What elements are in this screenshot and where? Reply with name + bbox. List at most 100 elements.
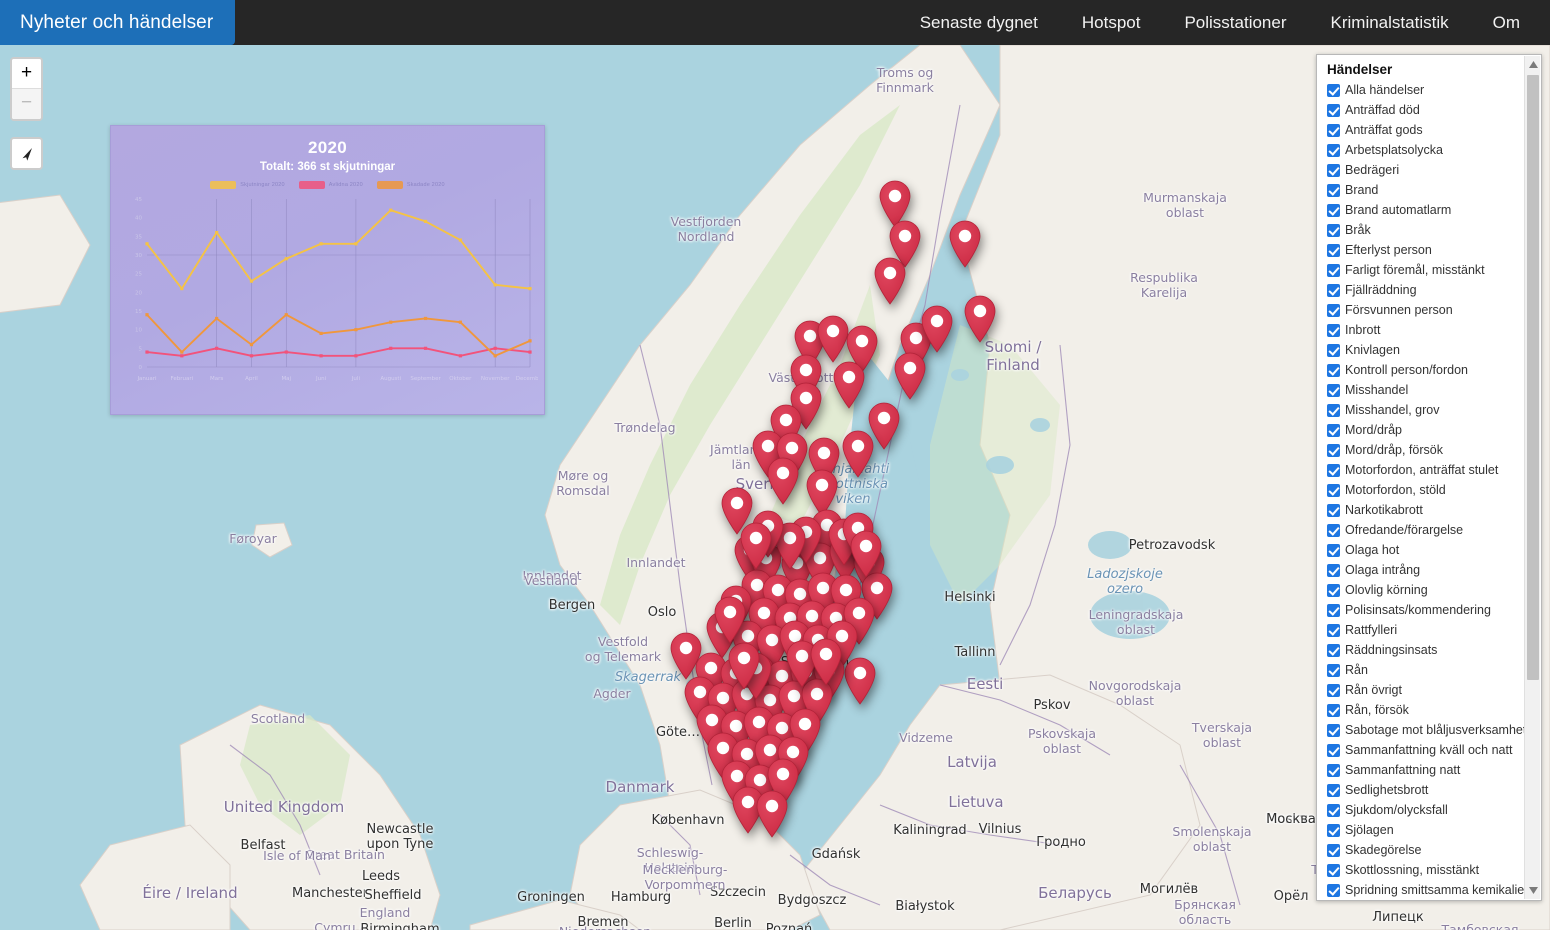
event-filter-checkbox[interactable] — [1327, 823, 1340, 837]
event-filter-row[interactable]: Sammanfattning natt — [1327, 760, 1537, 780]
event-filter-row[interactable]: Motorfordon, stöld — [1327, 480, 1537, 500]
event-filter-checkbox[interactable] — [1327, 103, 1340, 117]
event-filter-checkbox[interactable] — [1327, 443, 1340, 457]
event-filter-checkbox[interactable] — [1327, 803, 1340, 817]
event-filter-checkbox[interactable] — [1327, 583, 1340, 597]
event-filter-row[interactable]: Rattfylleri — [1327, 620, 1537, 640]
event-filter-checkbox[interactable] — [1327, 343, 1340, 357]
map-marker[interactable] — [726, 642, 762, 690]
event-filter-checkbox[interactable] — [1327, 763, 1340, 777]
event-filter-row[interactable]: Sjukdom/olycksfall — [1327, 800, 1537, 820]
event-filter-row[interactable]: Narkotikabrott — [1327, 500, 1537, 520]
map-marker[interactable] — [842, 657, 878, 705]
event-filter-row[interactable]: Misshandel — [1327, 380, 1537, 400]
map-marker[interactable] — [840, 430, 876, 478]
event-filter-row[interactable]: Brand automatlarm — [1327, 200, 1537, 220]
event-filter-checkbox[interactable] — [1327, 543, 1340, 557]
event-filter-checkbox[interactable] — [1327, 743, 1340, 757]
event-filter-checkbox[interactable] — [1327, 463, 1340, 477]
event-filter-checkbox[interactable] — [1327, 423, 1340, 437]
event-filter-row[interactable]: Spridning smittsamma kemikalier — [1327, 880, 1537, 900]
event-filter-row[interactable]: Farligt föremål, misstänkt — [1327, 260, 1537, 280]
event-filter-checkbox[interactable] — [1327, 783, 1340, 797]
event-filter-checkbox[interactable] — [1327, 183, 1340, 197]
event-filter-checkbox[interactable] — [1327, 303, 1340, 317]
chart-legend-item[interactable]: Skadade 2020 — [376, 181, 445, 189]
event-filter-checkbox[interactable] — [1327, 563, 1340, 577]
map-marker[interactable] — [765, 457, 801, 505]
event-filter-checkbox[interactable] — [1327, 663, 1340, 677]
chart-legend-item[interactable]: Avlidna 2020 — [298, 181, 363, 189]
event-filter-row[interactable]: Knivlagen — [1327, 340, 1537, 360]
nav-link-om[interactable]: Om — [1471, 0, 1542, 45]
event-filter-checkbox[interactable] — [1327, 863, 1340, 877]
event-filter-checkbox[interactable] — [1327, 163, 1340, 177]
map-marker[interactable] — [808, 638, 844, 686]
zoom-in-button[interactable]: + — [12, 59, 41, 89]
event-filter-row[interactable]: Kontroll person/fordon — [1327, 360, 1537, 380]
statistics-chart-panel[interactable]: 2020 Totalt: 366 st skjutningar Skjutnin… — [110, 125, 545, 415]
event-filter-row[interactable]: Bedrägeri — [1327, 160, 1537, 180]
event-filter-row[interactable]: Misshandel, grov — [1327, 400, 1537, 420]
event-filter-row[interactable]: Rån, försök — [1327, 700, 1537, 720]
event-filter-row[interactable]: Rån övrigt — [1327, 680, 1537, 700]
event-filter-checkbox[interactable] — [1327, 383, 1340, 397]
event-filter-row[interactable]: Rån — [1327, 660, 1537, 680]
map-marker[interactable] — [831, 361, 867, 409]
map-marker[interactable] — [738, 522, 774, 570]
event-filter-row[interactable]: Sedlighetsbrott — [1327, 780, 1537, 800]
event-filter-checkbox[interactable] — [1327, 363, 1340, 377]
locate-me-button[interactable] — [10, 137, 43, 170]
event-filter-checkbox[interactable] — [1327, 503, 1340, 517]
event-filter-row[interactable]: Skottlossning, misstänkt — [1327, 860, 1537, 880]
map-marker[interactable] — [712, 596, 748, 644]
event-filter-row[interactable]: Motorfordon, anträffat stulet — [1327, 460, 1537, 480]
nav-link-kriminalstatistik[interactable]: Kriminalstatistik — [1309, 0, 1471, 45]
scroll-up-arrow-icon[interactable] — [1525, 56, 1541, 73]
event-filter-checkbox[interactable] — [1327, 723, 1340, 737]
event-filter-checkbox[interactable] — [1327, 843, 1340, 857]
event-filter-row[interactable]: Mord/dråp, försök — [1327, 440, 1537, 460]
events-filter-panel[interactable]: Händelser Alla händelser Anträffad död Ant… — [1316, 54, 1542, 901]
event-filter-checkbox[interactable] — [1327, 603, 1340, 617]
event-filter-checkbox[interactable] — [1327, 123, 1340, 137]
nav-link-hotspot[interactable]: Hotspot — [1060, 0, 1163, 45]
event-filter-row[interactable]: Alla händelser — [1327, 80, 1537, 100]
zoom-out-button[interactable]: − — [12, 89, 41, 119]
event-filter-row[interactable]: Anträffad död — [1327, 100, 1537, 120]
event-filter-checkbox[interactable] — [1327, 483, 1340, 497]
event-filter-checkbox[interactable] — [1327, 623, 1340, 637]
event-filter-checkbox[interactable] — [1327, 243, 1340, 257]
event-filter-row[interactable]: Inbrott — [1327, 320, 1537, 340]
event-filter-row[interactable]: Polisinsats/kommendering — [1327, 600, 1537, 620]
event-filter-checkbox[interactable] — [1327, 523, 1340, 537]
scroll-down-arrow-icon[interactable] — [1525, 882, 1541, 899]
event-filter-row[interactable]: Anträffat gods — [1327, 120, 1537, 140]
event-filter-row[interactable]: Olovlig körning — [1327, 580, 1537, 600]
event-filter-row[interactable]: Efterlyst person — [1327, 240, 1537, 260]
event-filter-row[interactable]: Olaga intrång — [1327, 560, 1537, 580]
event-filter-row[interactable]: Sabotage mot blåljusverksamhet — [1327, 720, 1537, 740]
event-filter-row[interactable]: Arbetsplatsolycka — [1327, 140, 1537, 160]
event-filter-row[interactable]: Fjällräddning — [1327, 280, 1537, 300]
nav-link-senaste-dygnet[interactable]: Senaste dygnet — [898, 0, 1060, 45]
event-filter-checkbox[interactable] — [1327, 83, 1340, 97]
event-filter-checkbox[interactable] — [1327, 703, 1340, 717]
event-filter-checkbox[interactable] — [1327, 643, 1340, 657]
event-filter-row[interactable]: Bråk — [1327, 220, 1537, 240]
event-filter-checkbox[interactable] — [1327, 203, 1340, 217]
nav-link-polisstationer[interactable]: Polisstationer — [1162, 0, 1308, 45]
brand-tab[interactable]: Nyheter och händelser — [0, 0, 236, 45]
map-marker[interactable] — [919, 305, 955, 353]
events-panel-scrollbar[interactable] — [1524, 56, 1540, 899]
event-filter-row[interactable]: Sjölagen — [1327, 820, 1537, 840]
event-filter-checkbox[interactable] — [1327, 883, 1340, 897]
event-filter-row[interactable]: Räddningsinsats — [1327, 640, 1537, 660]
map-marker[interactable] — [754, 790, 790, 838]
event-filter-row[interactable]: Sammanfattning kväll och natt — [1327, 740, 1537, 760]
event-filter-checkbox[interactable] — [1327, 283, 1340, 297]
event-filter-checkbox[interactable] — [1327, 683, 1340, 697]
event-filter-row[interactable]: Skadegörelse — [1327, 840, 1537, 860]
event-filter-checkbox[interactable] — [1327, 143, 1340, 157]
event-filter-checkbox[interactable] — [1327, 403, 1340, 417]
